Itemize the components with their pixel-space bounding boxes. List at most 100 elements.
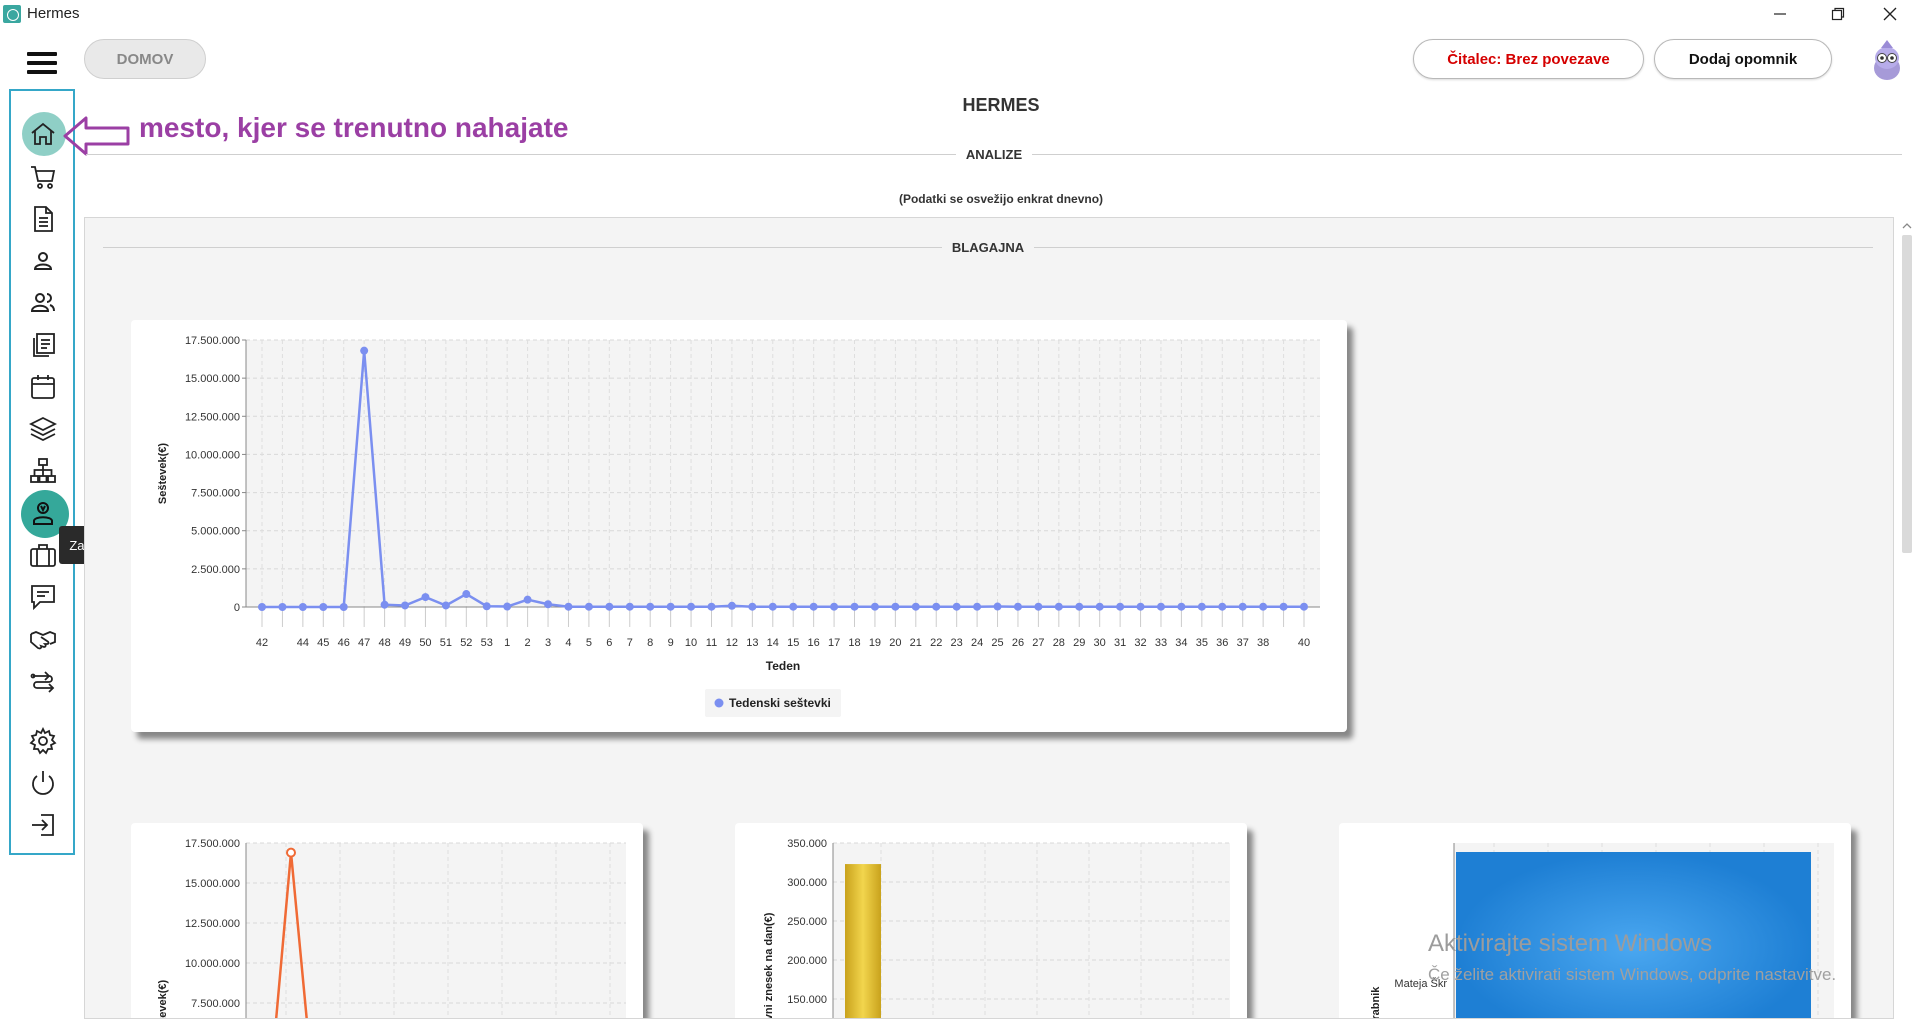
y-tick-label: 17.500.000: [185, 838, 240, 850]
y-tick-label: 5.000.000: [191, 526, 240, 538]
menu-button[interactable]: [27, 52, 59, 76]
sidebar-item-settings[interactable]: [17, 721, 69, 761]
data-point: [1116, 602, 1125, 611]
document-icon: [34, 206, 53, 232]
data-point: [1136, 602, 1145, 611]
data-point: [1197, 602, 1206, 611]
data-point: [258, 603, 266, 611]
weekly-totals-chart: 17.500.000 1 5.000.000 12.500.000 10.000.000…: [157, 335, 1320, 717]
x-tick-label: 52: [460, 637, 472, 649]
list-doc-icon: [33, 333, 55, 357]
y-tick-label: 350.000: [787, 838, 827, 850]
y-tick-label: 12.500.000: [185, 411, 240, 423]
data-point: [564, 602, 573, 611]
avatar[interactable]: [1867, 38, 1907, 82]
data-point: [932, 602, 941, 611]
x-tick-label: 22: [930, 637, 942, 649]
window-title: Hermes: [27, 5, 80, 22]
x-tick-label: 26: [1012, 637, 1024, 649]
sidebar-item-users[interactable]: [17, 283, 69, 323]
scroll-up-icon[interactable]: [1902, 221, 1912, 231]
sidebar-item-partners[interactable]: [17, 619, 69, 659]
data-point: [380, 600, 389, 609]
data-point: [503, 602, 512, 611]
sidebar-item-orders[interactable]: [17, 157, 69, 197]
x-tick-label: 9: [668, 637, 674, 649]
add-reminder-button[interactable]: Dodaj opomnik: [1654, 39, 1832, 79]
x-tick-label: 13: [746, 637, 758, 649]
activation-watermark-subtitle: Če želite aktivirati sistem Windows, odp…: [1428, 965, 1837, 984]
sidebar-item-user[interactable]: [17, 241, 69, 281]
x-tick-label: 8: [647, 637, 653, 649]
x-tick-label: 28: [1053, 637, 1065, 649]
x-tick-label: 11: [706, 637, 717, 649]
x-tick-label: 51: [440, 637, 452, 649]
restore-icon: [1831, 7, 1845, 21]
sidebar-item-transfers[interactable]: [17, 661, 69, 701]
x-tick-label: 17: [828, 637, 840, 649]
data-point: [298, 603, 307, 611]
x-tick-label: 36: [1216, 637, 1228, 649]
sidebar-item-documents[interactable]: [17, 199, 69, 239]
sidebar: [9, 89, 75, 855]
annotation-text: mesto, kjer se trenutno nahajate: [139, 112, 569, 143]
x-tick-label: 27: [1032, 637, 1044, 649]
sidebar-item-messages[interactable]: [17, 577, 69, 617]
subsection-divider-blagajna: BLAGAJNA: [103, 238, 1874, 256]
logout-icon: [32, 814, 54, 836]
activation-watermark-title: Aktivirajte sistem Windows: [1428, 930, 1713, 957]
data-point: [891, 602, 900, 611]
x-tick-label: 53: [481, 637, 493, 649]
data-point: [830, 602, 839, 611]
layers-icon: [29, 416, 57, 442]
y-tick-label: 10.000.000: [185, 449, 240, 461]
x-tick-label: 40: [1298, 637, 1310, 649]
data-point: [339, 603, 348, 611]
data-point: [544, 600, 553, 609]
x-tick-label: 19: [869, 637, 881, 649]
sidebar-item-calendar[interactable]: [17, 367, 69, 407]
sidebar-item-records[interactable]: [17, 325, 69, 365]
minimize-button[interactable]: [1752, 0, 1808, 28]
legend-label: Tedenski seštevki: [729, 696, 831, 710]
gear-icon: [29, 727, 57, 755]
sidebar-item-power[interactable]: [17, 763, 69, 803]
data-point: [286, 847, 296, 858]
x-tick-label: 5: [586, 637, 592, 649]
x-tick-label: 21: [910, 637, 922, 649]
y-tick-label: 17.500.000: [185, 335, 240, 347]
y-axis-title: Seštevek(€): [157, 443, 169, 504]
minimize-icon: [1774, 13, 1786, 15]
y-tick-label: 150.000: [787, 994, 827, 1006]
data-point: [1013, 602, 1022, 611]
data-point: [1238, 602, 1247, 611]
x-tick-label: 30: [1094, 637, 1106, 649]
restore-button[interactable]: [1810, 0, 1866, 28]
sidebar-item-layers[interactable]: [17, 409, 69, 449]
x-tick-label: 37: [1237, 637, 1249, 649]
sidebar-item-logout[interactable]: [17, 805, 69, 845]
reader-status-button[interactable]: Čitalec: Brez povezave: [1413, 39, 1644, 79]
y-tick-label: 0: [234, 602, 240, 614]
person-icon: [33, 252, 53, 270]
x-tick-label: 1: [504, 637, 510, 649]
y-tick-label: 250.000: [787, 916, 827, 928]
data-point: [748, 602, 757, 611]
data-point: [789, 602, 798, 611]
x-tick-label: 50: [419, 637, 431, 649]
x-tick-label: 12: [726, 637, 738, 649]
sidebar-item-structure[interactable]: [17, 451, 69, 491]
x-tick-label: 44: [297, 637, 309, 649]
data-point: [1075, 602, 1084, 611]
refresh-note: (Podatki se osvežijo enkrat dnevno): [898, 192, 1104, 206]
content-scrollbar[interactable]: [1898, 219, 1916, 1019]
org-chart-icon: [30, 458, 56, 483]
scroll-thumb[interactable]: [1902, 235, 1912, 553]
data-point: [482, 602, 491, 611]
x-tick-label: 35: [1196, 637, 1208, 649]
close-button[interactable]: [1862, 0, 1916, 28]
transfer-icon: [30, 671, 55, 693]
y-tick-label: 2.500.000: [191, 564, 240, 576]
home-button[interactable]: DOMOV: [84, 39, 206, 79]
data-point: [707, 602, 716, 611]
